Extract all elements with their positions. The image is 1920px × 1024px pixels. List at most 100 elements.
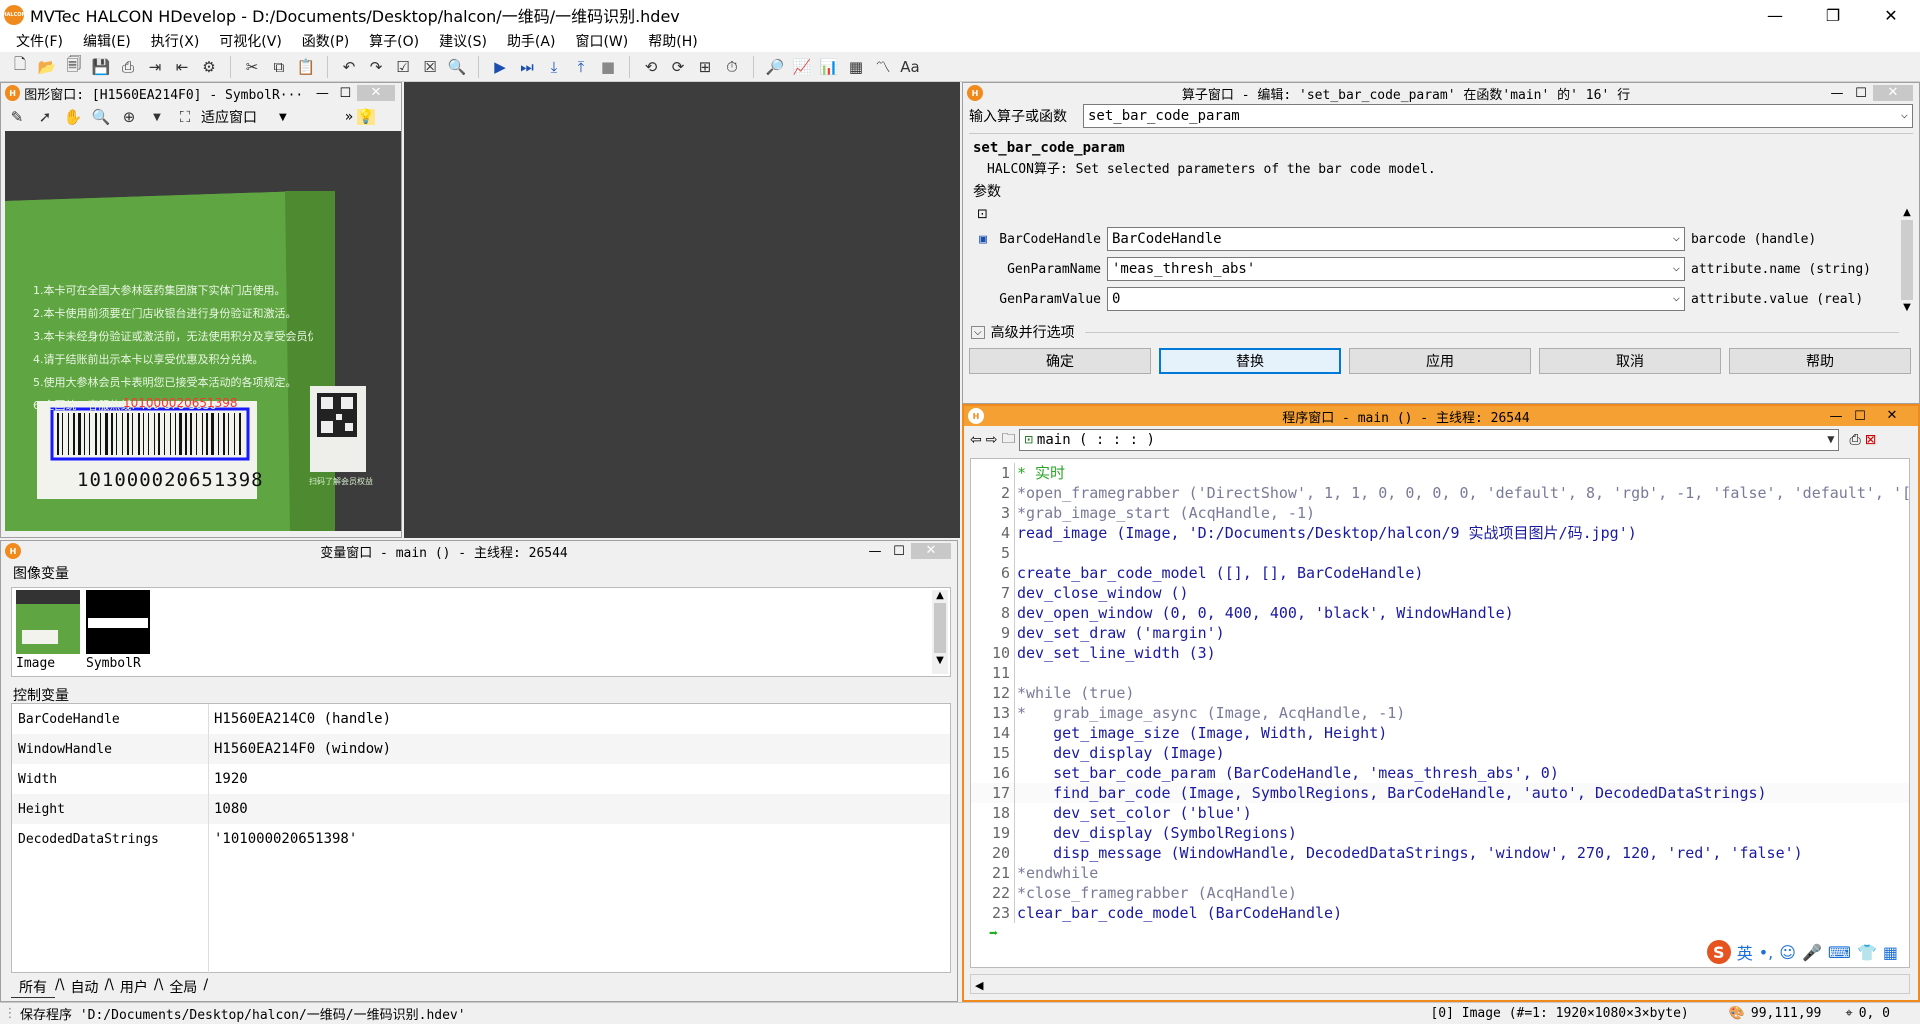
deactivate-icon[interactable]: ☒	[418, 55, 442, 79]
step-over-icon[interactable]: ⏭	[515, 55, 539, 79]
menu-execute[interactable]: 执行(X)	[141, 31, 210, 51]
save-icon[interactable]: 💾	[89, 55, 113, 79]
tab-all[interactable]: 所有	[11, 977, 55, 998]
advanced-options[interactable]: ⌵ 高级并行选项	[963, 320, 1919, 344]
run-icon[interactable]: ▶	[488, 55, 512, 79]
menu-operators[interactable]: 算子(O)	[359, 31, 429, 51]
reset-program-icon[interactable]: ⟳	[666, 55, 690, 79]
fit-window-icon[interactable]: ⛶	[173, 105, 197, 129]
table-row[interactable]: DecodedDataStrings '101000020651398'	[12, 824, 950, 854]
settings-icon[interactable]: ⚙	[197, 55, 221, 79]
toolbox-icon[interactable]: ▦	[1883, 943, 1898, 962]
skin-icon[interactable]: 👕	[1857, 943, 1877, 962]
open-recent-icon[interactable]: 🗐	[62, 55, 86, 79]
close-button[interactable]: ✕	[1862, 0, 1920, 30]
ok-button[interactable]: 确定	[969, 348, 1151, 374]
menu-assistants[interactable]: 助手(A)	[497, 31, 566, 51]
procedure-select[interactable]: ⊡ main ( : : : ) ▼	[1019, 429, 1840, 451]
code-line[interactable]: 13 * grab_image_async (Image, AcqHandle, …	[971, 703, 1909, 723]
feature-histogram-icon[interactable]: 📊	[817, 55, 841, 79]
undo-icon[interactable]: ↶	[337, 55, 361, 79]
pointer-icon[interactable]: ➚	[33, 105, 57, 129]
code-line[interactable]: 9 dev_set_draw ('margin')	[971, 623, 1909, 643]
close-icon[interactable]: ✕	[1872, 408, 1912, 424]
cut-icon[interactable]: ✂	[240, 55, 264, 79]
back-icon[interactable]: ⇦	[970, 432, 982, 448]
menu-window[interactable]: 窗口(W)	[565, 31, 638, 51]
param-value-input[interactable]: 0 ⌵	[1107, 287, 1685, 311]
timer-icon[interactable]: ⏱	[720, 55, 744, 79]
restore-button[interactable]: ❐	[1804, 0, 1862, 30]
ocr-icon[interactable]: Aa	[898, 55, 922, 79]
copy-icon[interactable]: ⧉	[267, 55, 291, 79]
operator-search-input[interactable]: set_bar_code_param ⌵	[1083, 104, 1913, 128]
param-value-input[interactable]: BarCodeHandle ⌵	[1107, 227, 1685, 251]
maximize-icon[interactable]: ☐	[887, 544, 911, 559]
chevron-down-icon[interactable]: ⌵	[971, 325, 985, 339]
code-hscrollbar[interactable]: ◀	[970, 974, 1910, 994]
open-file-icon[interactable]: 📂	[35, 55, 59, 79]
close-procedure-icon[interactable]: ⊠	[1865, 432, 1877, 448]
code-line[interactable]: 23 clear_bar_code_model (BarCodeHandle)	[971, 903, 1909, 923]
close-icon[interactable]: ✕	[911, 543, 951, 559]
menu-procedures[interactable]: 函数(P)	[292, 31, 359, 51]
redo-icon[interactable]: ↷	[364, 55, 388, 79]
ime-language[interactable]: 英	[1737, 940, 1753, 964]
menu-edit[interactable]: 编辑(E)	[73, 31, 141, 51]
code-line[interactable]: 4 read_image (Image, 'D:/Documents/Deskto…	[971, 523, 1909, 543]
punctuation-icon[interactable]: •,	[1759, 943, 1774, 962]
code-line[interactable]: 18 dev_set_color ('blue')	[971, 803, 1909, 823]
tab-auto[interactable]: 自动	[64, 977, 104, 998]
code-line[interactable]: 19 dev_display (SymbolRegions)	[971, 823, 1909, 843]
close-icon[interactable]: ✕	[356, 85, 396, 101]
fit-window-label[interactable]: 适应窗口	[201, 107, 257, 127]
chevron-down-icon[interactable]: ▼	[1827, 432, 1834, 446]
code-line[interactable]: 20 disp_message (WindowHandle, DecodedDa…	[971, 843, 1909, 863]
minimize-icon[interactable]: —	[863, 544, 887, 559]
forward-icon[interactable]: ⇨	[986, 432, 998, 448]
code-line[interactable]: 15 dev_display (Image)	[971, 743, 1909, 763]
apply-button[interactable]: 应用	[1349, 348, 1531, 374]
gray-histogram-icon[interactable]: 📈	[790, 55, 814, 79]
code-line[interactable]: 2 *open_framegrabber ('DirectShow', 1, 1,…	[971, 483, 1909, 503]
profiler-icon[interactable]: ⊞	[693, 55, 717, 79]
menu-suggestions[interactable]: 建议(S)	[429, 31, 497, 51]
graphics-canvas[interactable]: 1.本卡可在全国大参林医药集团旗下实体门店使用。 2.本卡使用前须要在门店收银台…	[5, 131, 401, 531]
print-icon[interactable]: ⎙	[1849, 432, 1860, 448]
code-line[interactable]: 10 dev_set_line_width (3)	[971, 643, 1909, 663]
reset-icon[interactable]: ⟲	[639, 55, 663, 79]
minimize-button[interactable]: —	[1746, 0, 1804, 30]
magnifier-icon[interactable]: 🔍	[89, 105, 113, 129]
zoom-window-icon[interactable]: 🔎	[763, 55, 787, 79]
new-file-icon[interactable]: 🗋	[8, 55, 32, 79]
fit-window-dropdown-icon[interactable]: ▼	[279, 112, 287, 123]
chevron-down-icon[interactable]: ⌵	[1673, 260, 1680, 274]
minimize-icon[interactable]: —	[1825, 86, 1849, 101]
print-icon[interactable]: ⎙	[116, 55, 140, 79]
chevron-down-icon[interactable]: ⌵	[1673, 290, 1680, 304]
step-out-icon[interactable]: ⤒	[569, 55, 593, 79]
image-var-item[interactable]: SymbolR	[86, 590, 154, 674]
code-line[interactable]: 11	[971, 663, 1909, 683]
code-line[interactable]: 6 create_bar_code_model ([], [], BarCodeH…	[971, 563, 1909, 583]
replace-button[interactable]: 替换	[1159, 348, 1341, 374]
minimize-icon[interactable]: —	[311, 86, 334, 101]
maximize-icon[interactable]: ☐	[1849, 86, 1873, 101]
hand-icon[interactable]: ✋	[61, 105, 85, 129]
paste-icon[interactable]: 📋	[294, 55, 318, 79]
table-row[interactable]: BarCodeHandle H1560EA214C0 (handle)	[12, 704, 950, 734]
code-editor[interactable]: 1 * 实时 2 *open_framegrabber ('DirectShow', …	[970, 458, 1910, 968]
param-value-input[interactable]: 'meas_thresh_abs' ⌵	[1107, 257, 1685, 281]
maximize-icon[interactable]: ☐	[1848, 409, 1872, 424]
find-icon[interactable]: 🔍	[445, 55, 469, 79]
zoom-icon[interactable]: ⊕	[117, 105, 141, 129]
help-button[interactable]: 帮助	[1729, 348, 1911, 374]
code-line[interactable]: 5	[971, 543, 1909, 563]
lightbulb-icon[interactable]: 💡	[357, 109, 375, 125]
step-into-icon[interactable]: ⤓	[542, 55, 566, 79]
stop-icon[interactable]: ■	[596, 55, 620, 79]
image-vars-scrollbar[interactable]: ▲ ▼	[932, 590, 948, 674]
keyboard-icon[interactable]: ⌨	[1828, 943, 1851, 962]
pencil-icon[interactable]: ✎	[5, 105, 29, 129]
tab-global[interactable]: 全局	[163, 977, 203, 998]
